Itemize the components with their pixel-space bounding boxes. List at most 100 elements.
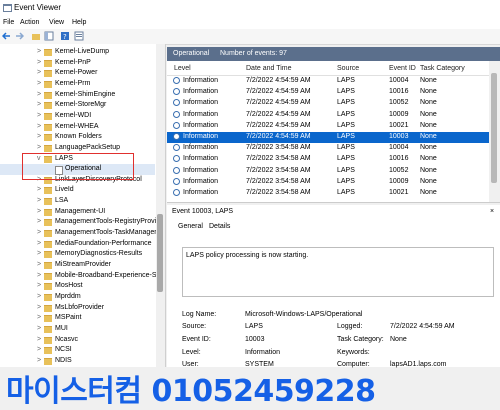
back-arrow-icon[interactable] bbox=[2, 31, 12, 41]
tree-item[interactable]: > Kernel-PnP bbox=[0, 58, 155, 69]
menu-file[interactable]: File bbox=[3, 19, 14, 26]
cell-level: Information bbox=[183, 121, 219, 129]
event-row[interactable]: Information 7/2/2022 3:54:58 AM LAPS 10009 N… bbox=[167, 177, 489, 188]
properties-icon[interactable] bbox=[74, 31, 84, 41]
tree-item[interactable]: > MSPaint bbox=[0, 313, 155, 324]
forward-arrow-icon[interactable] bbox=[14, 31, 24, 41]
chevron-right-icon[interactable]: > bbox=[37, 69, 41, 76]
chevron-right-icon[interactable]: > bbox=[37, 80, 41, 87]
tree-item[interactable]: > LiveId bbox=[0, 185, 155, 196]
cell-source: LAPS bbox=[337, 166, 355, 174]
cell-level: Information bbox=[183, 110, 219, 118]
tree-item[interactable]: > NCSI bbox=[0, 345, 155, 356]
tree-item[interactable]: > Kernel-ShimEngine bbox=[0, 90, 155, 101]
event-row[interactable]: Information 7/2/2022 3:54:58 AM LAPS 10052 N… bbox=[167, 166, 489, 177]
chevron-right-icon[interactable]: > bbox=[37, 133, 41, 140]
tree-item[interactable]: > MiStreamProvider bbox=[0, 260, 155, 271]
tab-general[interactable]: General bbox=[178, 223, 203, 231]
chevron-right-icon[interactable]: > bbox=[37, 112, 41, 119]
tree-item[interactable]: > MediaFoundation-Performance bbox=[0, 239, 155, 250]
tree-item[interactable]: > Kernel-WDI bbox=[0, 111, 155, 122]
tree-scroll-thumb[interactable] bbox=[157, 214, 163, 292]
tree-item[interactable]: > Ncasvc bbox=[0, 335, 155, 346]
folder-icon bbox=[44, 347, 52, 355]
tree-item[interactable]: > Kernel-Prm bbox=[0, 79, 155, 90]
console-tree-icon[interactable] bbox=[44, 31, 54, 41]
tree-item[interactable]: > Mobile-Broadband-Experience-S bbox=[0, 271, 157, 282]
chevron-right-icon[interactable]: > bbox=[37, 357, 41, 364]
event-row[interactable]: Information 7/2/2022 4:54:59 AM LAPS 10016 N… bbox=[167, 87, 489, 98]
svg-text:?: ? bbox=[63, 33, 67, 41]
tree-item[interactable]: > Kernel-StoreMgr bbox=[0, 100, 155, 111]
tree-item[interactable]: > Mprddm bbox=[0, 292, 155, 303]
event-row[interactable]: Information 7/2/2022 3:54:58 AM LAPS 10021 N… bbox=[167, 188, 489, 199]
chevron-right-icon[interactable]: > bbox=[37, 59, 41, 66]
menu-action[interactable]: Action bbox=[20, 19, 39, 26]
tree-item[interactable]: > Management-UI bbox=[0, 207, 155, 218]
tab-details[interactable]: Details bbox=[209, 223, 230, 230]
col-event-id[interactable]: Event ID bbox=[389, 65, 416, 72]
cell-source: LAPS bbox=[337, 88, 355, 96]
col-level[interactable]: Level bbox=[174, 65, 191, 72]
chevron-right-icon[interactable]: > bbox=[37, 186, 41, 193]
chevron-right-icon[interactable]: > bbox=[37, 101, 41, 108]
chevron-right-icon[interactable]: > bbox=[37, 282, 41, 289]
chevron-right-icon[interactable]: > bbox=[37, 325, 41, 332]
col-source[interactable]: Source bbox=[337, 65, 359, 72]
tree-item[interactable]: > MosHost bbox=[0, 281, 155, 292]
menu-view[interactable]: View bbox=[49, 19, 64, 26]
information-icon bbox=[173, 189, 180, 196]
event-row[interactable]: Information 7/2/2022 4:54:59 AM LAPS 10004 N… bbox=[167, 76, 489, 87]
help-icon[interactable]: ? bbox=[60, 31, 70, 41]
tree-item-label: Kernel-WDI bbox=[55, 111, 92, 119]
chevron-right-icon[interactable]: > bbox=[37, 250, 41, 257]
cell-date-time: 7/2/2022 3:54:58 AM bbox=[246, 189, 311, 196]
chevron-right-icon[interactable]: > bbox=[37, 261, 41, 268]
chevron-right-icon[interactable]: > bbox=[37, 336, 41, 343]
folder-icon bbox=[44, 144, 52, 152]
folder-icon bbox=[44, 272, 52, 280]
chevron-right-icon[interactable]: > bbox=[37, 48, 41, 55]
chevron-right-icon[interactable]: > bbox=[37, 208, 41, 215]
folder-up-icon[interactable] bbox=[31, 31, 41, 41]
chevron-right-icon[interactable]: > bbox=[37, 197, 41, 204]
event-row[interactable]: Information 7/2/2022 4:54:59 AM LAPS 10052 N… bbox=[167, 98, 489, 109]
tree-item[interactable]: > Kernel-Power bbox=[0, 68, 155, 79]
cell-task-category: None bbox=[420, 189, 437, 196]
cell-level: Information bbox=[183, 77, 219, 84]
col-date-time[interactable]: Date and Time bbox=[246, 65, 292, 72]
col-task-category[interactable]: Task Category bbox=[420, 65, 465, 72]
tree-scrollbar[interactable] bbox=[156, 44, 165, 367]
chevron-right-icon[interactable]: > bbox=[37, 123, 41, 130]
tree-item[interactable]: > Kernel-WHEA bbox=[0, 122, 155, 133]
event-row[interactable]: Information 7/2/2022 3:54:58 AM LAPS 10016 N… bbox=[167, 154, 489, 165]
chevron-right-icon[interactable]: > bbox=[37, 91, 41, 98]
tree-item[interactable]: > Kernel-LiveDump bbox=[0, 47, 155, 58]
tree-item[interactable]: > LSA bbox=[0, 196, 155, 207]
chevron-right-icon[interactable]: > bbox=[37, 314, 41, 321]
chevron-right-icon[interactable]: > bbox=[37, 304, 41, 311]
event-row[interactable]: Information 7/2/2022 4:54:59 AM LAPS 10003 N… bbox=[167, 132, 489, 143]
menu-help[interactable]: Help bbox=[72, 19, 86, 26]
chevron-right-icon[interactable]: > bbox=[37, 218, 41, 225]
event-row[interactable]: Information 7/2/2022 4:54:59 AM LAPS 10021 N… bbox=[167, 121, 489, 132]
chevron-right-icon[interactable]: > bbox=[37, 240, 41, 247]
tree-item[interactable]: > Known Folders bbox=[0, 132, 155, 143]
event-row[interactable]: Information 7/2/2022 4:54:59 AM LAPS 10009 N… bbox=[167, 110, 489, 121]
grid-scroll-thumb[interactable] bbox=[491, 73, 497, 183]
chevron-right-icon[interactable]: > bbox=[37, 272, 41, 279]
chevron-right-icon[interactable]: > bbox=[37, 229, 41, 236]
event-row[interactable]: Information 7/2/2022 3:54:58 AM LAPS 10004 N… bbox=[167, 143, 489, 154]
tree-item[interactable]: > MsLbfoProvider bbox=[0, 303, 155, 314]
tree-item[interactable]: > ManagementTools-RegistryProvi bbox=[0, 217, 156, 228]
chevron-right-icon[interactable]: > bbox=[37, 293, 41, 300]
cell-source: LAPS bbox=[337, 177, 355, 185]
close-icon[interactable]: × bbox=[490, 208, 494, 215]
tree-item[interactable]: > MemoryDiagnostics-Results bbox=[0, 249, 155, 260]
cell-level: Information bbox=[183, 155, 219, 163]
chevron-right-icon[interactable]: > bbox=[37, 144, 41, 151]
tree-item-label: NDIS bbox=[55, 356, 72, 364]
tree-item[interactable]: > ManagementTools-TaskManager bbox=[0, 228, 157, 239]
tree-item[interactable]: > MUI bbox=[0, 324, 155, 335]
chevron-right-icon[interactable]: > bbox=[37, 346, 41, 353]
